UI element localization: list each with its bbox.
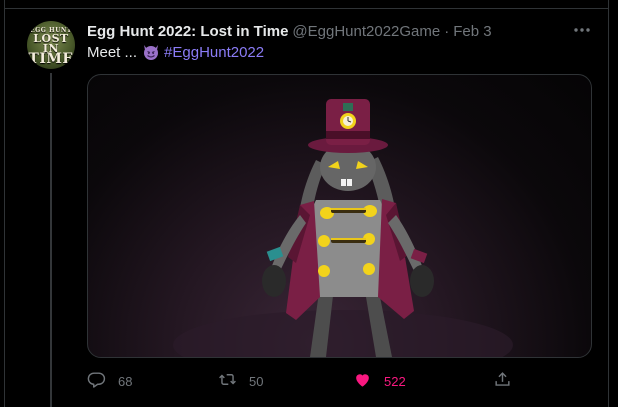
share-button[interactable] [493, 370, 512, 392]
display-name[interactable]: Egg Hunt 2022: Lost in Time [87, 23, 288, 40]
tweet-date[interactable]: Feb 3 [453, 23, 491, 40]
separator-dot: · [444, 22, 450, 40]
character-illustration [173, 99, 513, 357]
avatar-logo-line3: TIME [28, 50, 74, 67]
tweet-actions: 68 50 522 [87, 370, 592, 392]
heart-filled-icon [353, 370, 372, 392]
like-button[interactable]: 522 [353, 370, 406, 392]
tweet-text-prefix: Meet ... [87, 43, 138, 61]
reply-button[interactable]: 68 [87, 370, 132, 392]
top-divider [4, 8, 609, 9]
smiling-imp-emoji-icon [142, 43, 160, 61]
tweet-text: Meet ... #EggHunt2022 [87, 42, 264, 62]
avatar-logo: EGG HUNT LOST IN TIME [27, 27, 75, 67]
share-icon [493, 370, 512, 392]
tweet-media-image[interactable] [87, 74, 592, 358]
tweet-header: Egg Hunt 2022: Lost in Time @EggHunt2022… [87, 21, 492, 41]
hashtag-link[interactable]: #EggHunt2022 [164, 44, 264, 61]
thread-line [50, 73, 52, 407]
retweet-count: 50 [249, 373, 264, 389]
like-count: 522 [384, 373, 406, 389]
avatar[interactable]: EGG HUNT LOST IN TIME [27, 21, 75, 69]
retweet-icon [218, 370, 237, 392]
reply-icon [87, 370, 106, 392]
more-icon[interactable] [572, 20, 592, 40]
reply-count: 68 [118, 373, 133, 389]
handle[interactable]: @EggHunt2022Game [292, 23, 440, 40]
retweet-button[interactable]: 50 [218, 370, 263, 392]
